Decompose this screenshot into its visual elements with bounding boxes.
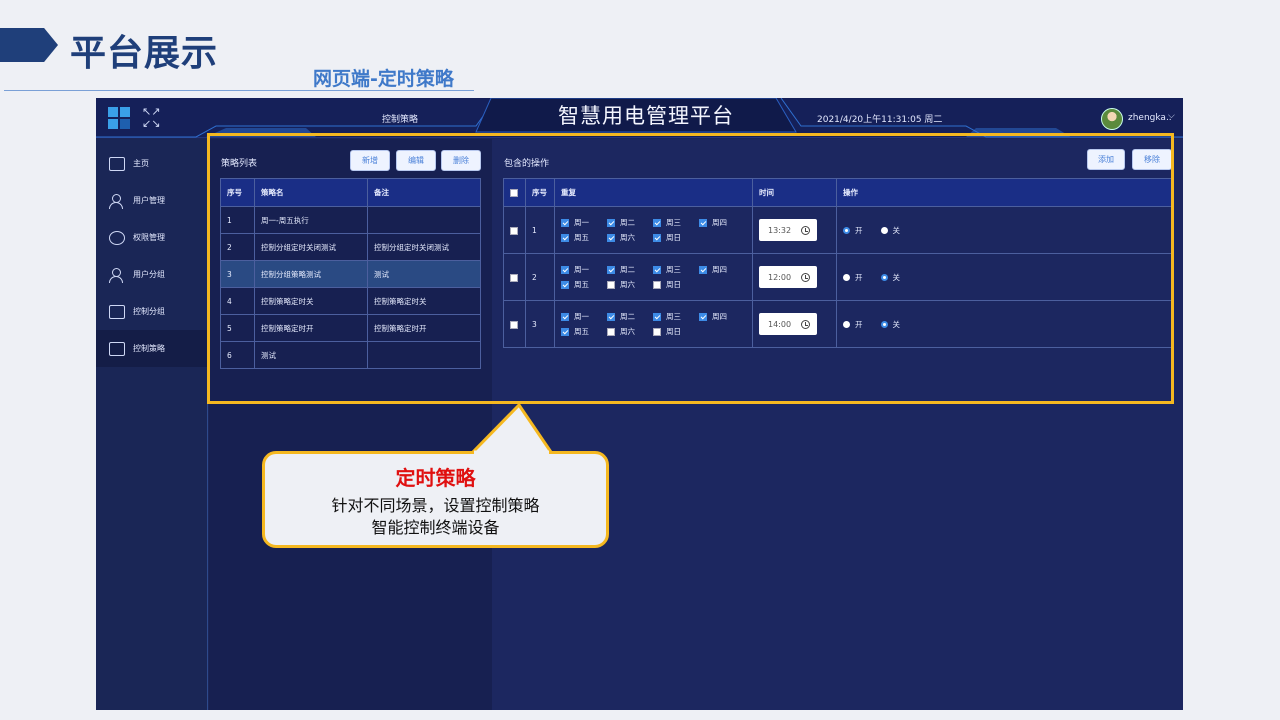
user-manage-icon xyxy=(109,193,125,209)
avatar[interactable] xyxy=(1101,108,1123,130)
slide-title: 平台展示 xyxy=(70,33,219,74)
monitor-icon xyxy=(109,156,125,171)
sidebar-item-label: 权限管理 xyxy=(133,233,165,242)
datetime-display: 2021/4/20上午11:31:05 周二 xyxy=(817,115,943,125)
sidebar-item-control-group[interactable]: 控制分组 xyxy=(96,293,208,330)
slide-divider xyxy=(4,90,474,91)
user-group-icon xyxy=(109,267,125,283)
sidebar-item-label: 主页 xyxy=(133,159,149,168)
dashboard-logo-icon[interactable] xyxy=(108,107,130,129)
slide-arrow-icon xyxy=(0,28,58,62)
sidebar-item-label: 控制策略 xyxy=(133,344,165,353)
sidebar: 主页 用户管理 权限管理 用户分组 控制分组 控制策略 xyxy=(96,139,208,710)
sidebar-item-label: 用户分组 xyxy=(133,270,165,279)
control-strategy-icon xyxy=(109,341,125,356)
sidebar-item-user-management[interactable]: 用户管理 xyxy=(96,182,208,219)
sidebar-item-user-group[interactable]: 用户分组 xyxy=(96,256,208,293)
app-title: 智慧用电管理平台 xyxy=(558,104,734,128)
callout-line-2: 智能控制终端设备 xyxy=(371,518,500,537)
sidebar-item-home[interactable]: 主页 xyxy=(96,145,208,182)
sidebar-item-label: 用户管理 xyxy=(133,196,165,205)
sidebar-item-permissions[interactable]: 权限管理 xyxy=(96,219,208,256)
sidebar-item-control-strategy[interactable]: 控制策略 xyxy=(96,330,208,367)
username[interactable]: zhengka.. xyxy=(1128,113,1172,123)
callout-title: 定时策略 xyxy=(395,466,476,490)
slide-subtitle: 网页端-定时策略 xyxy=(313,68,454,90)
control-group-icon xyxy=(109,304,125,319)
top-bar: ↖↗ ↙↘ 控制策略 智慧用电管理平台 2021/4/20上午11:31:05 周… xyxy=(96,98,1183,138)
fullscreen-icon[interactable]: ↖↗ ↙↘ xyxy=(142,106,166,130)
highlight-frame xyxy=(207,133,1174,404)
nav-current-page: 控制策略 xyxy=(382,115,419,125)
sidebar-item-label: 控制分组 xyxy=(133,307,165,316)
callout-line-1: 针对不同场景，设置控制策略 xyxy=(331,496,540,515)
shield-icon xyxy=(109,230,125,245)
chevron-down-icon[interactable]: ⌵ xyxy=(1168,111,1175,121)
